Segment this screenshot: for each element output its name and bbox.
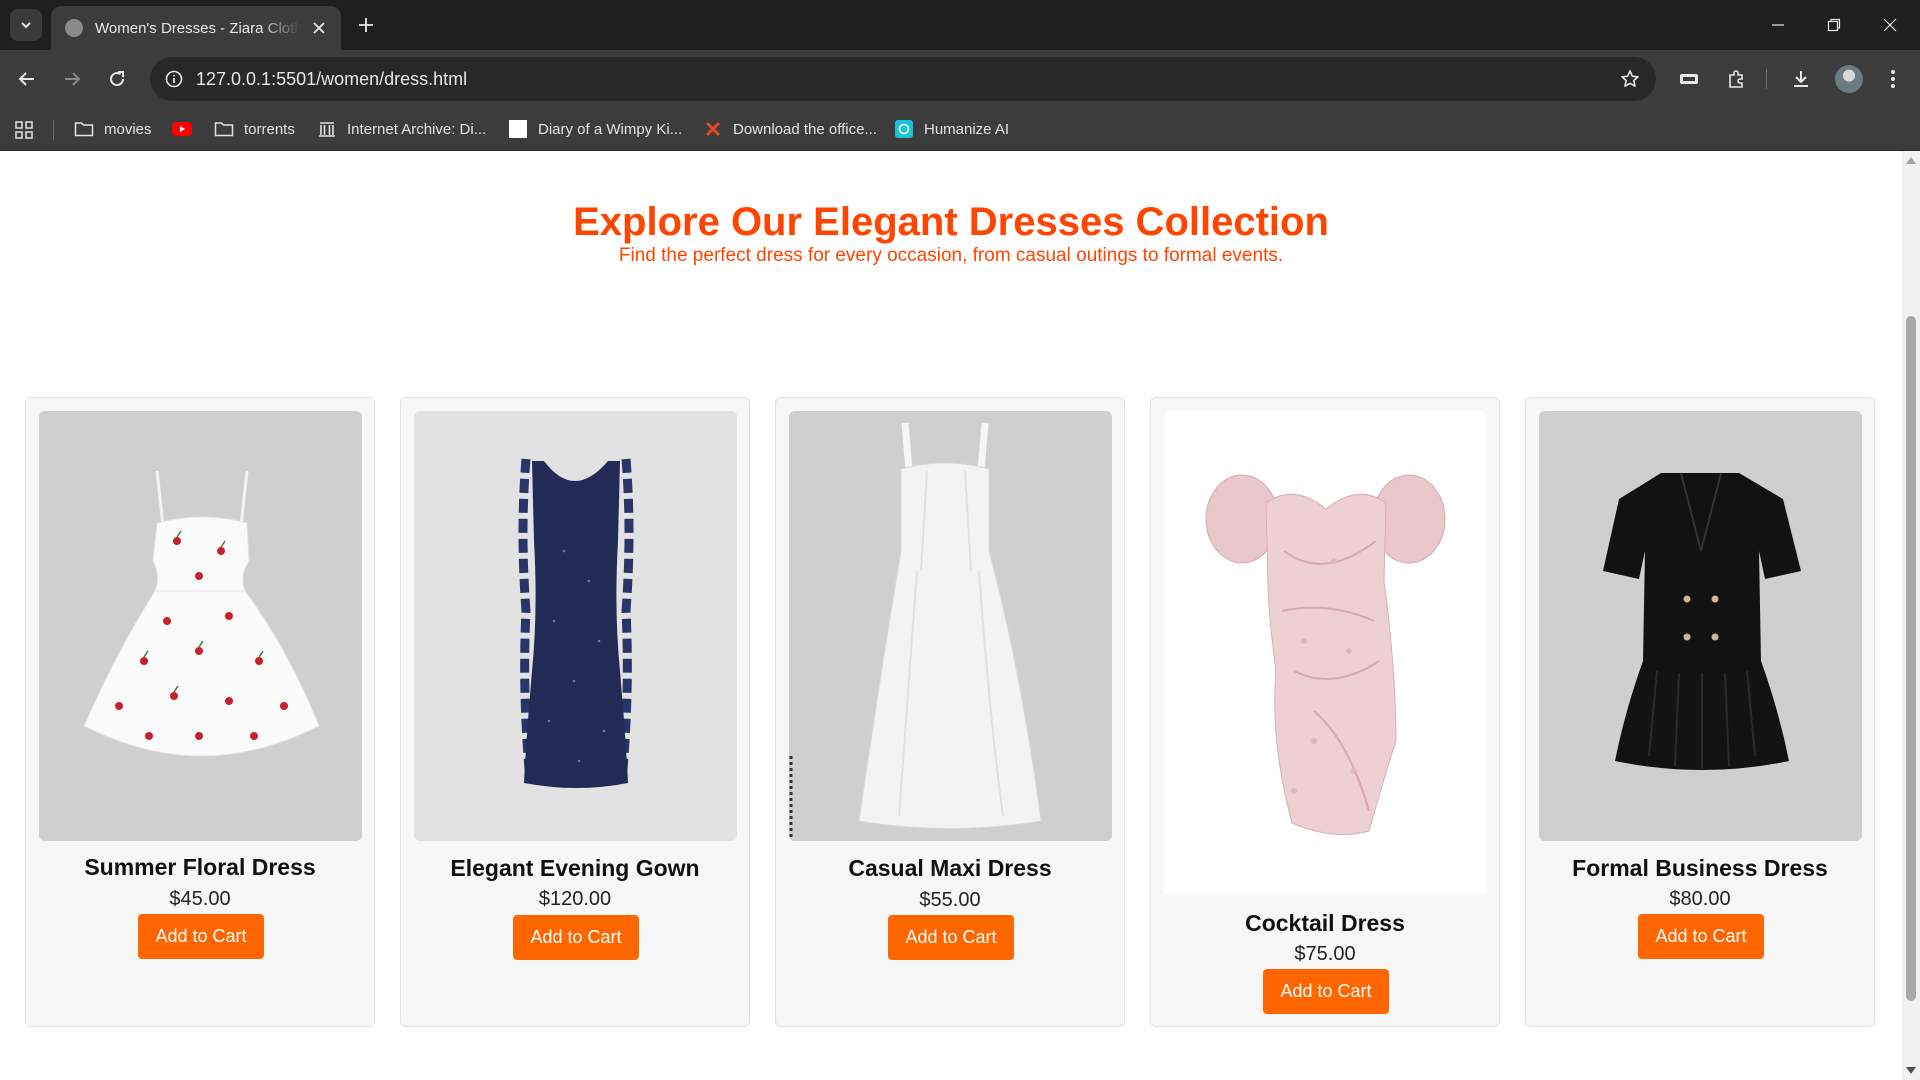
product-image[interactable] bbox=[39, 411, 362, 841]
humanize-icon bbox=[894, 120, 914, 138]
add-to-cart-button[interactable]: Add to Cart bbox=[513, 915, 639, 960]
site-info-icon[interactable] bbox=[162, 67, 186, 91]
product-card: Elegant Evening Gown $120.00 Add to Cart bbox=[400, 397, 750, 1027]
youtube-icon bbox=[172, 120, 192, 138]
minimize-icon bbox=[1772, 24, 1784, 26]
browser-toolbar: 127.0.0.1:5501/women/dress.html bbox=[0, 50, 1920, 108]
restore-button[interactable] bbox=[1806, 0, 1862, 50]
product-card: Formal Business Dress $80.00 Add to Cart bbox=[1525, 397, 1875, 1027]
chevron-down-icon bbox=[21, 22, 31, 29]
scroll-thumb[interactable] bbox=[1906, 316, 1916, 1001]
forward-button[interactable] bbox=[56, 63, 88, 95]
active-tab[interactable]: Women's Dresses - Ziara Clothing bbox=[51, 6, 341, 50]
white-cherry-print-dress bbox=[83, 470, 320, 757]
close-window-button[interactable] bbox=[1862, 0, 1918, 50]
toolbar-separator bbox=[1766, 69, 1767, 89]
archive-icon bbox=[317, 120, 337, 138]
product-image[interactable] bbox=[789, 411, 1112, 841]
product-card: Cocktail Dress $75.00 Add to Cart bbox=[1150, 397, 1500, 1027]
product-price: $45.00 bbox=[169, 888, 231, 910]
arrow-right-icon bbox=[65, 72, 81, 86]
reload-icon bbox=[110, 71, 125, 87]
folder-icon bbox=[74, 120, 94, 138]
more-menu-icon[interactable] bbox=[1877, 63, 1909, 95]
bookmark-label: Download the office... bbox=[733, 120, 877, 138]
bookmark-youtube[interactable] bbox=[172, 116, 202, 142]
back-button[interactable] bbox=[11, 63, 43, 95]
scroll-down-arrow[interactable] bbox=[1906, 1067, 1916, 1074]
product-price: $75.00 bbox=[1294, 943, 1356, 965]
page-icon bbox=[508, 120, 528, 138]
product-image[interactable] bbox=[1539, 411, 1862, 841]
black-blazer-dress bbox=[1603, 472, 1801, 770]
media-icon[interactable] bbox=[1673, 63, 1705, 95]
bookmark-torrents[interactable]: torrents bbox=[214, 116, 295, 142]
add-to-cart-button[interactable]: Add to Cart bbox=[1638, 914, 1764, 959]
product-name: Formal Business Dress bbox=[1572, 855, 1828, 881]
bookmark-label: torrents bbox=[244, 120, 295, 138]
pink-puff-sleeve-dress bbox=[1205, 474, 1446, 836]
product-name: Summer Floral Dress bbox=[84, 854, 316, 880]
tab-close-button[interactable] bbox=[309, 18, 329, 38]
x-logo-icon bbox=[703, 120, 723, 138]
plus-icon bbox=[359, 18, 373, 32]
url-text[interactable]: 127.0.0.1:5501/women/dress.html bbox=[196, 69, 467, 90]
white-maxi-dress bbox=[789, 422, 1042, 841]
product-price: $55.00 bbox=[919, 889, 981, 911]
bookmark-wimpy-kid[interactable]: Diary of a Wimpy Ki... bbox=[508, 116, 682, 142]
scroll-up-arrow[interactable] bbox=[1906, 157, 1916, 164]
bookmark-label: Humanize AI bbox=[924, 120, 1010, 138]
star-icon bbox=[1621, 70, 1639, 87]
bookmark-humanize-ai[interactable]: Humanize AI bbox=[894, 116, 1009, 142]
minimize-button[interactable] bbox=[1750, 0, 1806, 50]
product-price: $120.00 bbox=[538, 888, 612, 910]
page-title: Explore Our Elegant Dresses Collection bbox=[573, 200, 1329, 244]
profile-avatar[interactable] bbox=[1835, 65, 1863, 93]
tab-strip: Women's Dresses - Ziara Clothing bbox=[0, 0, 1920, 50]
bookmark-label: Diary of a Wimpy Ki... bbox=[538, 120, 683, 138]
product-name: Cocktail Dress bbox=[1245, 910, 1405, 936]
restore-icon bbox=[1827, 18, 1841, 32]
product-name: Elegant Evening Gown bbox=[450, 855, 700, 881]
add-to-cart-button[interactable]: Add to Cart bbox=[1263, 969, 1389, 1014]
page-subtitle: Find the perfect dress for every occasio… bbox=[618, 245, 1284, 266]
close-icon bbox=[1883, 18, 1897, 32]
add-to-cart-button[interactable]: Add to Cart bbox=[888, 915, 1014, 960]
bookmark-label: movies bbox=[104, 120, 152, 138]
page-scrollbar[interactable] bbox=[1902, 151, 1920, 1080]
hero-section: Explore Our Elegant Dresses Collection F… bbox=[0, 199, 1902, 267]
tab-title: Women's Dresses - Ziara Clothing bbox=[95, 19, 301, 37]
apps-grid-icon[interactable] bbox=[14, 120, 34, 140]
globe-icon bbox=[65, 19, 83, 37]
navy-ruffle-gown bbox=[518, 458, 634, 788]
tab-search-button[interactable] bbox=[10, 9, 42, 41]
page-viewport: Explore Our Elegant Dresses Collection F… bbox=[0, 151, 1902, 1080]
bookmark-download-office[interactable]: Download the office... bbox=[703, 116, 877, 142]
product-image[interactable] bbox=[414, 411, 737, 841]
bookmark-star-button[interactable] bbox=[1618, 67, 1642, 91]
bookmarks-bar: movies torrents Internet Archive: Di... … bbox=[0, 108, 1920, 151]
bookmark-movies[interactable]: movies bbox=[74, 116, 152, 142]
address-bar[interactable]: 127.0.0.1:5501/women/dress.html bbox=[150, 57, 1656, 101]
bookmarks-separator bbox=[53, 120, 54, 140]
new-tab-button[interactable] bbox=[352, 11, 380, 39]
close-icon bbox=[313, 22, 325, 34]
folder-icon bbox=[214, 120, 234, 138]
product-card: Summer Floral Dress $45.00 Add to Cart bbox=[25, 397, 375, 1027]
download-icon[interactable] bbox=[1785, 63, 1817, 95]
add-to-cart-button[interactable]: Add to Cart bbox=[138, 914, 264, 959]
arrow-left-icon bbox=[18, 72, 34, 86]
extensions-icon[interactable] bbox=[1720, 63, 1752, 95]
product-image[interactable] bbox=[1164, 411, 1487, 895]
product-name: Casual Maxi Dress bbox=[848, 855, 1052, 881]
product-card: Casual Maxi Dress $55.00 Add to Cart bbox=[775, 397, 1125, 1027]
reload-button[interactable] bbox=[101, 63, 133, 95]
bookmark-internet-archive[interactable]: Internet Archive: Di... bbox=[317, 116, 486, 142]
product-price: $80.00 bbox=[1669, 888, 1731, 910]
bookmark-label: Internet Archive: Di... bbox=[347, 120, 487, 138]
